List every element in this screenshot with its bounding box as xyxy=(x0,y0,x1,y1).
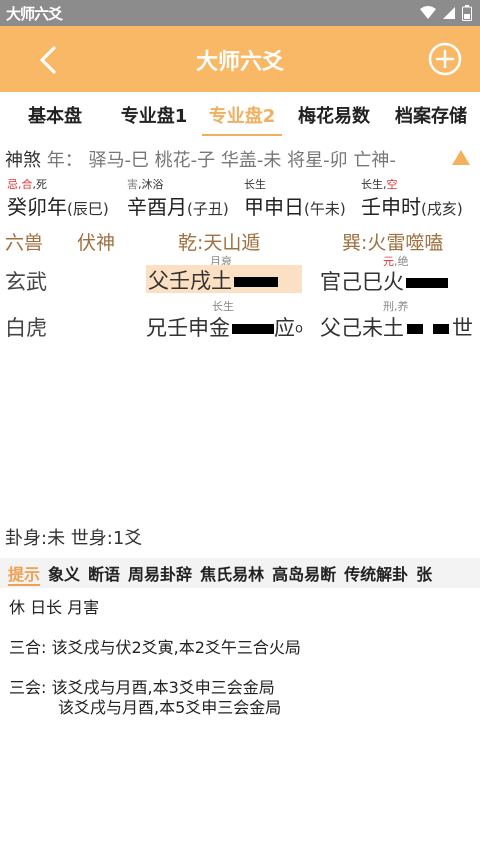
pillar-annotation: 害,沐浴 xyxy=(127,178,164,191)
subtab-xiangyi[interactable]: 象义 xyxy=(44,561,84,585)
battery-icon xyxy=(462,5,472,21)
yang-line-mark xyxy=(406,278,448,288)
tab-pro-chart-2[interactable]: 专业盘2 xyxy=(198,92,286,138)
liushou-header: 六兽 xyxy=(5,232,44,254)
subtab-duanyu[interactable]: 断语 xyxy=(84,561,124,585)
subtab-zhouyi-guaci[interactable]: 周易卦辞 xyxy=(124,561,196,585)
four-pillars: 忌,合,死 癸卯年(辰巳) 害,沐浴 辛酉月(子丑) 长生 甲申日(午未) 长生… xyxy=(0,176,480,220)
tab-basic-chart[interactable]: 基本盘 xyxy=(0,92,110,138)
beast-label: 白虎 xyxy=(5,316,47,340)
pillar-main: 壬申时(戌亥) xyxy=(361,195,463,219)
shensha-prefix: 年： xyxy=(46,150,83,171)
shensha-text: 驿马-巳 桃花-子 华盖-未 将星-卯 亡神- xyxy=(88,150,396,171)
tab-pro-chart-1[interactable]: 专业盘1 xyxy=(110,92,198,138)
analysis-tab-bar: 提示 象义 断语 周易卦辞 焦氏易林 高岛易断 传统解卦 张 xyxy=(0,558,480,588)
pillar-main: 癸卯年(辰巳) xyxy=(7,195,109,219)
status-bar: 大师六爻 xyxy=(0,0,480,26)
tab-bar: 基本盘 专业盘1 专业盘2 梅花易数 档案存储 xyxy=(0,92,480,138)
subtab-gaodao-yiduan[interactable]: 高岛易断 xyxy=(268,561,340,585)
pillar-annotation: 长生 xyxy=(244,178,266,191)
bian-gua-name: 巽:火雷噬嗑 xyxy=(342,232,444,254)
pillar-main: 辛酉月(子丑) xyxy=(127,195,229,219)
add-circle-icon[interactable] xyxy=(428,42,462,76)
subtab-hint[interactable]: 提示 xyxy=(0,561,44,586)
fushen-header: 伏神 xyxy=(77,232,116,254)
info-line-1: 休 日长 月害 xyxy=(9,598,100,617)
yang-line-mark xyxy=(234,277,278,287)
tab-archive[interactable]: 档案存储 xyxy=(382,92,480,138)
subtab-jiaoshi-yilin[interactable]: 焦氏易林 xyxy=(196,561,268,585)
shensha-label: 神煞 xyxy=(5,150,41,171)
yin-line-mark-left xyxy=(407,324,423,334)
page-title: 大师六爻 xyxy=(195,50,284,75)
status-icons xyxy=(420,5,472,21)
shi-mark: 世 xyxy=(452,316,473,340)
info-sanhe: 三合: 该爻戌与伏2爻寅,本2爻午三合火局 xyxy=(9,638,301,657)
signal-icon xyxy=(443,7,455,19)
app-bar: 大师六爻 xyxy=(0,26,480,92)
pillar-main: 甲申日(午未) xyxy=(244,195,346,219)
yin-line-mark-right xyxy=(433,324,449,334)
beast-label: 玄武 xyxy=(5,270,47,294)
expand-triangle-icon[interactable] xyxy=(452,150,470,165)
tab-meihua-yishu[interactable]: 梅花易数 xyxy=(286,92,382,138)
guashen-summary: 卦身:未 世身:1爻 xyxy=(5,528,143,549)
pillar-annotation: 忌,合,死 xyxy=(7,178,47,191)
pillar-annotation: 长生,空 xyxy=(361,178,398,191)
subtab-chuantong-jiegua[interactable]: 传统解卦 xyxy=(340,561,412,585)
ben-yao-line[interactable]: 兄壬申金 应o xyxy=(146,312,303,342)
info-sanhui-2: 该爻戌与月酉,本5爻申三会金局 xyxy=(58,698,282,717)
bian-yao-line[interactable]: 官己巳火 xyxy=(320,266,448,296)
ying-mark: 应 xyxy=(274,316,295,340)
wifi-icon xyxy=(420,6,436,19)
yang-line-mark xyxy=(232,324,274,334)
status-app-name: 大师六爻 xyxy=(6,5,63,23)
subtab-more[interactable]: 张 xyxy=(412,561,436,585)
bian-yao-line[interactable]: 父己未土世 xyxy=(320,312,473,342)
ben-yao-line[interactable]: 父壬戌土 xyxy=(146,265,302,293)
ben-gua-name: 乾:天山遁 xyxy=(178,232,261,254)
shensha-row: 神煞 年： 驿马-巳 桃花-子 华盖-未 将星-卯 亡神- xyxy=(5,146,396,172)
